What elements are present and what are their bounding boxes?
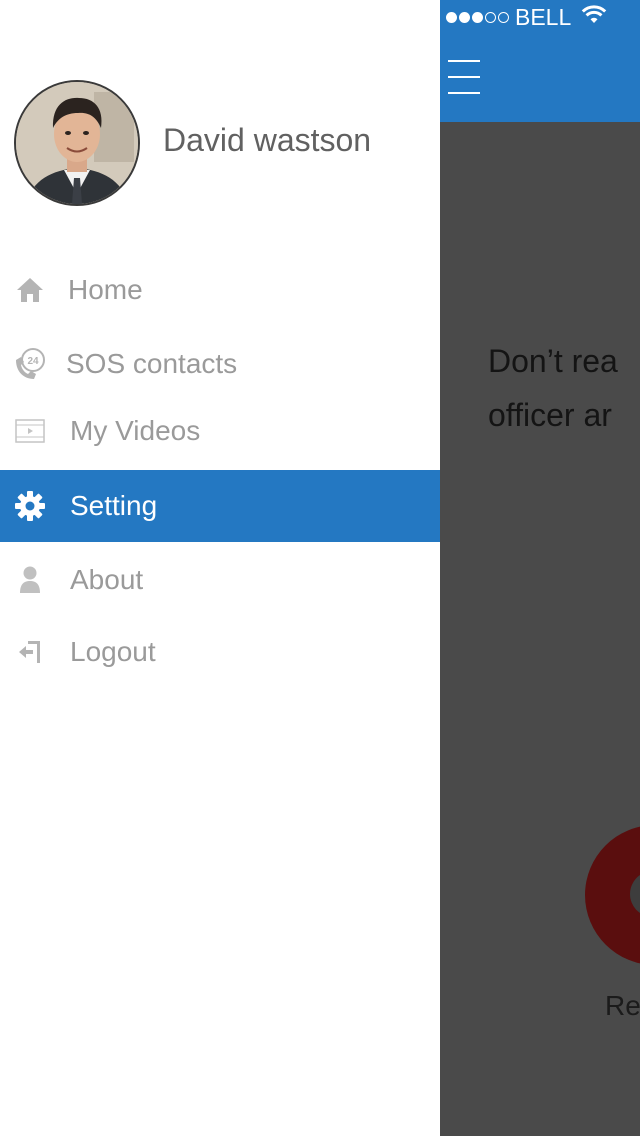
menu-item-label: Logout — [70, 636, 156, 667]
user-name: David wastson — [163, 122, 372, 158]
menu-item-label: Home — [68, 274, 143, 305]
menu-item-label: About — [70, 564, 144, 595]
status-bar: BELL — [446, 4, 607, 30]
hamburger-menu-icon[interactable] — [448, 60, 480, 94]
avatar-photo — [16, 82, 138, 204]
menu-item-label: Setting — [70, 490, 158, 521]
gear-icon — [12, 488, 48, 524]
top-app-bar: BELL — [440, 0, 640, 122]
avatar[interactable] — [14, 80, 140, 206]
main-message-line-1: Don’t rea — [488, 343, 618, 379]
navigation-drawer: David wastson Home 24 SOS contacts My Vi… — [0, 0, 440, 1136]
record-button[interactable] — [585, 825, 640, 965]
person-icon — [12, 562, 48, 598]
main-screen-overlay[interactable]: BELL Don’t rea officer ar Re — [440, 0, 640, 1136]
wifi-icon — [581, 3, 607, 31]
menu-item-setting[interactable]: Setting — [0, 470, 440, 542]
signal-strength-icon — [446, 11, 509, 23]
main-message: Don’t rea officer ar — [488, 334, 640, 442]
video-icon — [12, 413, 48, 449]
logout-icon — [12, 634, 48, 670]
svg-text:24: 24 — [27, 356, 39, 367]
user-profile[interactable]: David wastson — [0, 80, 440, 206]
record-label: Re — [605, 990, 640, 1021]
phone-24-icon: 24 — [12, 346, 48, 382]
main-message-line-2: officer ar — [488, 397, 612, 433]
carrier-name: BELL — [515, 3, 572, 30]
menu-item-logout[interactable]: Logout — [0, 616, 440, 688]
menu-item-about[interactable]: About — [0, 544, 440, 616]
record-icon — [630, 871, 640, 917]
menu-item-label: SOS contacts — [66, 348, 238, 379]
menu-item-home[interactable]: Home — [0, 254, 440, 326]
menu-item-label: My Videos — [70, 415, 201, 446]
home-icon — [12, 272, 48, 308]
menu-item-my-videos[interactable]: My Videos — [0, 395, 440, 467]
menu-item-sos-contacts[interactable]: 24 SOS contacts — [0, 328, 440, 400]
